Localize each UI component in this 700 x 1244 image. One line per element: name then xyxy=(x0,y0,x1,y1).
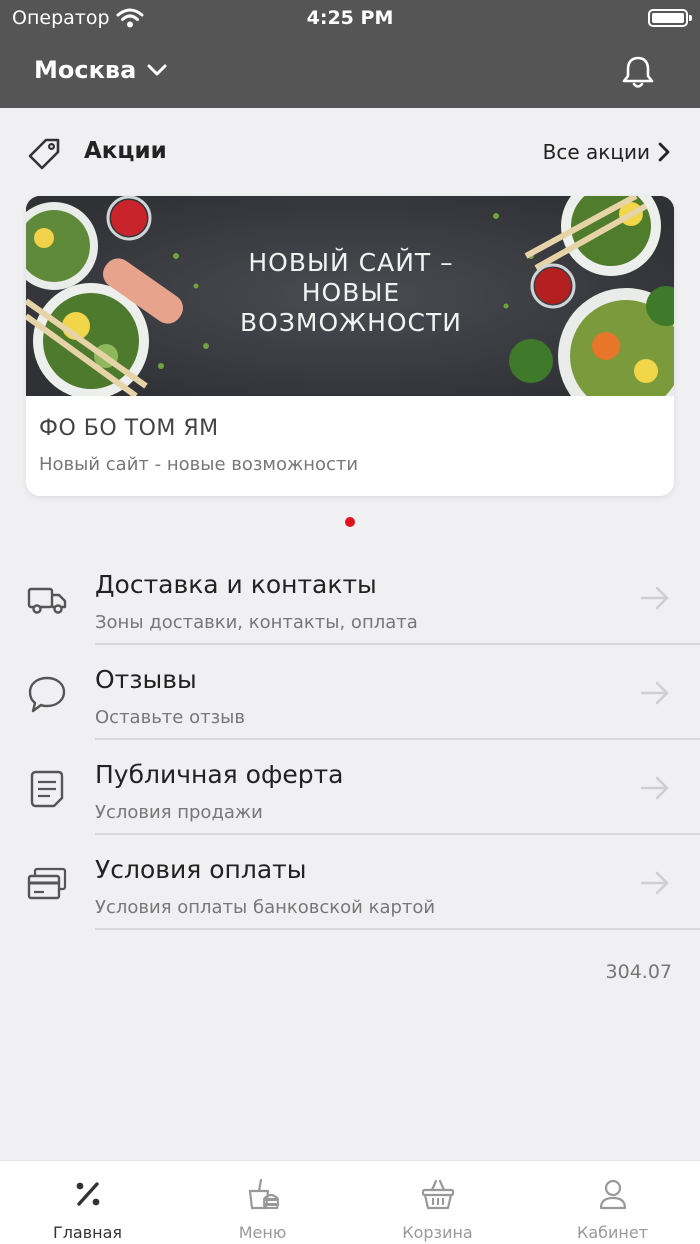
promos-header: Акции Все акции xyxy=(26,136,670,172)
tab-label: Меню xyxy=(238,1223,287,1242)
all-promos-link[interactable]: Все акции xyxy=(543,140,670,164)
menu-item-subtitle: Условия оплаты банковской картой xyxy=(95,897,436,918)
battery-icon xyxy=(648,9,692,27)
menu-item-payment[interactable]: Условия оплаты Условия оплаты банковской… xyxy=(0,835,700,930)
tab-account[interactable]: Кабинет xyxy=(525,1161,700,1244)
promo-card[interactable]: НОВЫЙ САЙТ – НОВЫЕ ВОЗМОЖНОСТИ ФО БО ТОМ… xyxy=(26,196,674,496)
menu-item-subtitle: Условия продажи xyxy=(95,802,263,823)
tag-icon xyxy=(28,138,60,170)
tab-label: Корзина xyxy=(402,1223,473,1242)
menu-item-title: Публичная оферта xyxy=(95,760,344,789)
user-icon xyxy=(599,1179,626,1210)
menu-item-title: Отзывы xyxy=(95,665,197,694)
arrow-right-icon xyxy=(640,681,669,705)
promo-banner-image: НОВЫЙ САЙТ – НОВЫЕ ВОЗМОЖНОСТИ xyxy=(26,196,674,396)
tab-cart[interactable]: Корзина xyxy=(350,1161,525,1244)
all-promos-label: Все акции xyxy=(542,140,650,164)
status-time: 4:25 PM xyxy=(306,7,394,29)
menu-item-title: Доставка и контакты xyxy=(95,570,377,599)
tab-home[interactable]: Главная xyxy=(0,1161,175,1244)
truck-icon xyxy=(27,587,67,614)
arrow-right-icon xyxy=(640,776,669,800)
menu-item-delivery[interactable]: Доставка и контакты Зоны доставки, конта… xyxy=(0,550,700,645)
top-bar: Оператор 4:25 PM Москва xyxy=(0,0,700,108)
status-bar: Оператор 4:25 PM xyxy=(0,0,700,40)
menu-item-subtitle: Зоны доставки, контакты, оплата xyxy=(95,612,418,633)
tab-label: Кабинет xyxy=(576,1223,649,1242)
arrow-right-icon xyxy=(640,871,669,895)
app-version: 304.07 xyxy=(605,961,672,983)
arrow-right-icon xyxy=(640,586,669,610)
tab-label: Главная xyxy=(52,1223,123,1242)
basket-icon xyxy=(421,1179,454,1210)
divider xyxy=(95,928,700,930)
menu-item-reviews[interactable]: Отзывы Оставьте отзыв xyxy=(0,645,700,740)
city-label: Москва xyxy=(34,56,137,84)
speech-bubble-icon xyxy=(28,676,66,713)
city-selector[interactable]: Москва xyxy=(34,56,168,84)
menu-item-offer[interactable]: Публичная оферта Условия продажи xyxy=(0,740,700,835)
menu-item-title: Условия оплаты xyxy=(95,855,307,884)
promo-subtitle: Новый сайт - новые возможности xyxy=(39,454,359,475)
bell-icon[interactable] xyxy=(620,54,656,90)
tab-bar: Главная Меню Корзина Кабинет xyxy=(0,1160,700,1244)
percent-icon xyxy=(76,1182,99,1206)
banner-caption: НОВЫЙ САЙТ – НОВЫЕ ВОЗМОЖНОСТИ xyxy=(240,248,462,337)
document-icon xyxy=(30,770,64,808)
promo-name: ФО БО ТОМ ЯМ xyxy=(39,416,219,441)
menu-food-icon xyxy=(248,1178,279,1210)
tab-menu[interactable]: Меню xyxy=(175,1161,350,1244)
chevron-right-icon xyxy=(658,142,670,162)
chevron-down-icon xyxy=(147,64,167,76)
credit-card-icon xyxy=(27,867,67,900)
promos-title: Акции xyxy=(84,138,167,164)
menu-item-subtitle: Оставьте отзыв xyxy=(95,707,245,728)
info-menu-list: Доставка и контакты Зоны доставки, конта… xyxy=(0,550,700,930)
carousel-page-indicator xyxy=(345,517,355,527)
